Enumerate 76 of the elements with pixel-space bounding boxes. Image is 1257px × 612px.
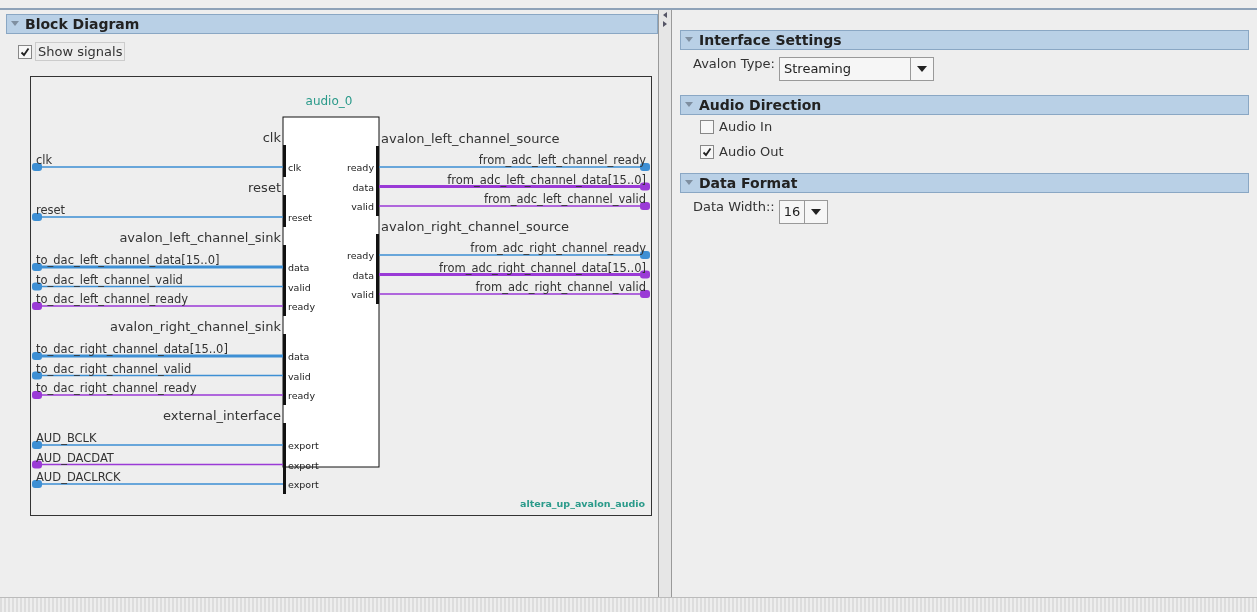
interface-bracket xyxy=(283,334,286,405)
signal-label: to_dac_left_channel_data[15..0] xyxy=(36,253,220,267)
signal-label: from_adc_right_channel_ready xyxy=(470,241,646,255)
signal-label: to_dac_right_channel_valid xyxy=(36,361,192,376)
signal-label: AUD_DACDAT xyxy=(36,450,114,465)
port-label: ready xyxy=(347,250,374,261)
interface-label: external_interface xyxy=(163,408,281,423)
interface-label: clk xyxy=(262,130,281,145)
port-label: data xyxy=(288,351,310,362)
checkbox-label: Audio In xyxy=(719,119,773,134)
signal-label: to_dac_right_channel_data[15..0] xyxy=(36,342,228,356)
panel-title: Block Diagram xyxy=(25,16,140,32)
interface-bracket xyxy=(376,146,379,216)
show-signals-checkbox[interactable]: Show signals xyxy=(18,42,658,61)
interface-bracket xyxy=(376,234,379,304)
collapse-triangle-icon xyxy=(685,180,693,186)
signal-label: to_dac_left_channel_valid xyxy=(36,272,183,287)
checkbox[interactable] xyxy=(700,144,714,159)
module-label: altera_up_avalon_audio xyxy=(520,498,645,509)
port-label: data xyxy=(352,181,374,193)
port-label: reset xyxy=(288,212,313,223)
panel-header[interactable]: Block Diagram xyxy=(6,14,658,34)
interface-label: reset xyxy=(248,180,281,195)
interface-bracket xyxy=(283,423,286,494)
signal-label: AUD_BCLK xyxy=(36,431,97,445)
signal-label: to_dac_right_channel_ready xyxy=(36,381,197,395)
checkbox-label: Audio Out xyxy=(719,144,784,159)
interface-bracket xyxy=(283,245,286,316)
port-label: valid xyxy=(351,289,374,300)
collapse-triangle-icon xyxy=(11,21,19,27)
signal-label: to_dac_left_channel_ready xyxy=(36,292,189,306)
port-label: export xyxy=(288,440,319,451)
port-label: export xyxy=(288,479,319,490)
field-label: Data Width:: xyxy=(693,198,775,214)
signal-label: from_adc_left_channel_valid xyxy=(483,192,646,206)
signal-label: reset xyxy=(36,203,66,217)
collapse-triangle-icon xyxy=(685,37,693,43)
port-label: clk xyxy=(288,162,302,173)
dropdown[interactable]: Streaming xyxy=(778,57,934,81)
port-label: data xyxy=(352,269,374,281)
splitter-handle[interactable] xyxy=(659,10,672,597)
dropdown[interactable]: 16 xyxy=(778,200,829,224)
port-label: ready xyxy=(288,390,315,401)
signal-label: from_adc_left_channel_ready xyxy=(478,153,646,167)
collapse-triangle-icon xyxy=(685,102,693,108)
signal-label: AUD_DACLRCK xyxy=(36,470,121,484)
signal-label: from_adc_left_channel_data[15..0] xyxy=(447,172,646,187)
caret-icon xyxy=(916,66,927,72)
checkbox[interactable] xyxy=(18,44,32,59)
section-header[interactable]: Data Format xyxy=(680,173,1249,193)
interface-label: avalon_right_channel_sink xyxy=(109,319,281,334)
checkbox[interactable] xyxy=(700,119,714,134)
section-header[interactable]: Audio Direction xyxy=(680,95,1249,115)
interface-bracket xyxy=(283,145,286,177)
section-title: Interface Settings xyxy=(699,32,842,48)
port-label: ready xyxy=(347,162,374,173)
signal-label: clk xyxy=(36,153,53,167)
interface-bracket xyxy=(283,195,286,227)
caret-icon xyxy=(811,209,822,215)
section-title: Data Format xyxy=(699,175,798,191)
interface-label: avalon_left_channel_sink xyxy=(119,230,281,245)
field-label: Avalon Type: xyxy=(693,55,775,71)
section-title: Audio Direction xyxy=(699,97,822,113)
port-label: ready xyxy=(288,301,315,312)
interface-label: avalon_right_channel_source xyxy=(381,219,570,234)
signal-label: from_adc_right_channel_valid xyxy=(475,280,646,294)
instance-label: audio_0 xyxy=(305,94,353,108)
port-label: data xyxy=(288,262,310,273)
checkbox-label: Show signals xyxy=(35,42,126,61)
collapse-arrows-icon[interactable] xyxy=(662,12,668,28)
interface-label: avalon_left_channel_source xyxy=(381,131,560,146)
port-label: valid xyxy=(288,370,311,382)
section-header[interactable]: Interface Settings xyxy=(680,30,1249,50)
port-label: valid xyxy=(288,281,311,293)
port-label: valid xyxy=(351,201,374,212)
signal-label: from_adc_right_channel_data[15..0] xyxy=(438,260,646,275)
